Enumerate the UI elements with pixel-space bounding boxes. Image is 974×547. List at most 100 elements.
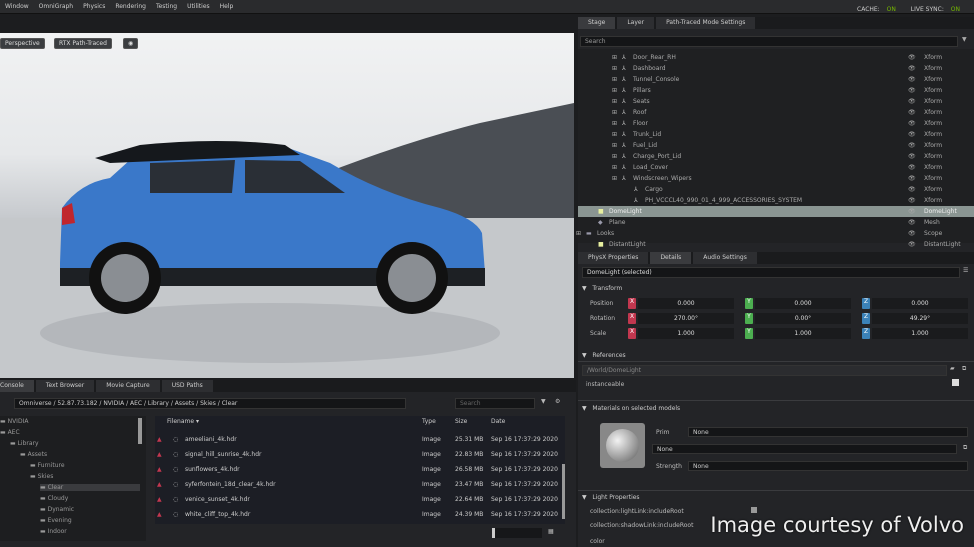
menu-window[interactable]: Window: [0, 0, 34, 13]
instanceable-checkbox[interactable]: [952, 379, 959, 386]
transform-y-field[interactable]: 1.000: [755, 328, 851, 339]
menu-help[interactable]: Help: [215, 0, 239, 13]
settings-icon[interactable]: ⚙: [555, 398, 560, 405]
tab-physx-properties[interactable]: PhysX Properties: [578, 252, 649, 264]
open-material-icon[interactable]: ⧉: [963, 444, 967, 452]
visibility-icon[interactable]: 👁: [908, 164, 916, 171]
path-field[interactable]: Omniverse / 52.87.73.182 / NVIDIA / AEC …: [14, 398, 406, 409]
tab-text-browser[interactable]: Text Browser: [35, 380, 95, 392]
visibility-icon[interactable]: 👁: [908, 175, 916, 182]
expand-icon[interactable]: ⊞: [612, 54, 617, 61]
grid-view-icon[interactable]: ▦: [548, 528, 554, 535]
expand-icon[interactable]: ⊞: [612, 98, 617, 105]
transform-x-field[interactable]: 270.00°: [638, 313, 734, 324]
materials-section-header[interactable]: ▼ Materials on selected models: [582, 405, 680, 412]
stage-tree-row[interactable]: ◆ Plane 👁 Mesh: [578, 217, 974, 228]
visibility-icon[interactable]: 👁: [908, 87, 916, 94]
tab-stage[interactable]: Stage: [578, 17, 616, 29]
filter-icon[interactable]: ▼: [541, 398, 546, 405]
folder-tree-item[interactable]: ▬ Dynamic: [40, 506, 74, 513]
folder-icon[interactable]: ▰: [950, 365, 955, 372]
menu-icon[interactable]: ☰: [963, 267, 968, 274]
folder-tree-item[interactable]: ▬ Clear: [40, 484, 140, 491]
stage-search-input[interactable]: Search: [580, 36, 958, 47]
visibility-icon[interactable]: 👁: [908, 120, 916, 127]
file-row[interactable]: ▲ ◌ signal_hill_sunrise_4k.hdr Image 22.83 M…: [155, 447, 565, 462]
visibility-icon[interactable]: 👁: [908, 197, 916, 204]
render-mode-button[interactable]: RTX Path-Traced: [54, 38, 112, 49]
stage-tree-row[interactable]: ⊞ ⅄ Dashboard 👁 Xform: [578, 63, 974, 74]
stage-tree-row[interactable]: ⊞ ⅄ Roof 👁 Xform: [578, 107, 974, 118]
folder-tree-item[interactable]: ▬ Furniture: [30, 462, 65, 469]
stage-tree-row[interactable]: ⊞ ⅄ Charge_Port_Lid 👁 Xform: [578, 151, 974, 162]
file-row[interactable]: ▲ ◌ venice_sunset_4k.hdr Image 22.64 MB Sep 1…: [155, 492, 565, 507]
col-date[interactable]: Date: [491, 418, 505, 425]
file-row[interactable]: ▲ ◌ ameeliani_4k.hdr Image 25.31 MB Sep 16 17…: [155, 432, 565, 447]
open-external-icon[interactable]: ⧉: [962, 365, 966, 373]
menu-omnigraph[interactable]: OmniGraph: [34, 0, 78, 13]
tab-console[interactable]: Console: [0, 380, 34, 392]
stage-tree-row[interactable]: ⊞ ⅄ Windscreen_Wipers 👁 Xform: [578, 173, 974, 184]
expand-icon[interactable]: ⊞: [612, 142, 617, 149]
tab-details[interactable]: Details: [650, 252, 692, 264]
folder-tree-item[interactable]: ▬ Evening: [40, 517, 72, 524]
stage-tree-row[interactable]: ⊞ ▬ Looks 👁 Scope: [576, 228, 974, 239]
visibility-icon[interactable]: 👁: [908, 54, 916, 61]
tab-audio-settings[interactable]: Audio Settings: [693, 252, 757, 264]
tab-path-traced-settings[interactable]: Path-Traced Mode Settings: [656, 17, 756, 29]
visibility-icon[interactable]: 👁: [908, 109, 916, 116]
menu-rendering[interactable]: Rendering: [110, 0, 151, 13]
menu-testing[interactable]: Testing: [151, 0, 182, 13]
content-search-input[interactable]: Search: [455, 398, 535, 409]
stage-tree-row[interactable]: ⊞ ⅄ Fuel_Lid 👁 Xform: [578, 140, 974, 151]
stage-tree-row[interactable]: ⊞ ⅄ Seats 👁 Xform: [578, 96, 974, 107]
light-section-header[interactable]: ▼ Light Properties: [582, 494, 640, 501]
filter-icon[interactable]: ▼: [962, 36, 967, 43]
transform-x-field[interactable]: 0.000: [638, 298, 734, 309]
folder-tree-item[interactable]: ▬ Assets: [20, 451, 47, 458]
expand-icon[interactable]: ⊞: [612, 87, 617, 94]
menu-physics[interactable]: Physics: [78, 0, 110, 13]
folder-tree-item[interactable]: ▬ AEC: [0, 429, 20, 436]
visibility-icon[interactable]: 👁: [908, 76, 916, 83]
transform-section-header[interactable]: ▼ Transform: [582, 285, 622, 292]
stage-tree-row[interactable]: ⊞ ⅄ Tunnel_Console 👁 Xform: [578, 74, 974, 85]
strength-dropdown[interactable]: None: [688, 461, 968, 471]
folder-tree-item[interactable]: ▬ Indoor: [40, 528, 67, 535]
expand-icon[interactable]: ⊞: [612, 120, 617, 127]
tab-layer[interactable]: Layer: [617, 17, 655, 29]
transform-x-field[interactable]: 1.000: [638, 328, 734, 339]
visibility-icon[interactable]: 👁: [908, 65, 916, 72]
expand-icon[interactable]: ⊞: [612, 131, 617, 138]
file-row[interactable]: ▲ ◌ white_cliff_top_4k.hdr Image 24.39 MB Sep…: [155, 507, 565, 522]
folder-tree-item[interactable]: ▬ Library: [10, 440, 39, 447]
tab-usd-paths[interactable]: USD Paths: [161, 380, 213, 392]
expand-icon[interactable]: ⊞: [612, 65, 617, 72]
tree-scrollbar[interactable]: [138, 418, 142, 444]
menu-utilities[interactable]: Utilities: [182, 0, 215, 13]
col-type[interactable]: Type: [422, 418, 436, 425]
livesync-status[interactable]: ON: [951, 6, 960, 13]
visibility-icon[interactable]: 👁: [908, 241, 916, 248]
visibility-icon[interactable]: 👁: [908, 208, 916, 215]
stage-tree-row[interactable]: ⅄ PH_VCCCL40_990_01_4_999_ACCESSORIES_SYS…: [578, 195, 974, 206]
col-size[interactable]: Size: [455, 418, 467, 425]
visibility-icon[interactable]: 👁: [908, 153, 916, 160]
references-section-header[interactable]: ▼ References: [582, 352, 626, 359]
expand-icon[interactable]: ⊞: [612, 153, 617, 160]
file-row[interactable]: ▲ ◌ syferfontein_18d_clear_4k.hdr Image 23.4…: [155, 477, 565, 492]
selected-prim-field[interactable]: DomeLight (selected): [582, 267, 960, 278]
tab-movie-capture[interactable]: Movie Capture: [96, 380, 160, 392]
visibility-icon[interactable]: 👁: [908, 131, 916, 138]
transform-y-field[interactable]: 0.00°: [755, 313, 851, 324]
folder-tree-item[interactable]: ▬ Skies: [30, 473, 53, 480]
folder-tree-item[interactable]: ▬ Cloudy: [40, 495, 68, 502]
cache-status[interactable]: ON: [887, 6, 896, 13]
expand-icon[interactable]: ⊞: [612, 109, 617, 116]
thumbnail-size-slider[interactable]: [492, 528, 542, 538]
stage-tree-row[interactable]: ⊞ ⅄ Trunk_Lid 👁 Xform: [578, 129, 974, 140]
stage-tree-row[interactable]: ⅄ Cargo 👁 Xform: [578, 184, 974, 195]
viewport[interactable]: Perspective RTX Path-Traced ◉: [0, 33, 574, 378]
transform-z-field[interactable]: 49.29°: [872, 313, 968, 324]
folder-tree-item[interactable]: ▬ NVIDIA: [0, 418, 28, 425]
